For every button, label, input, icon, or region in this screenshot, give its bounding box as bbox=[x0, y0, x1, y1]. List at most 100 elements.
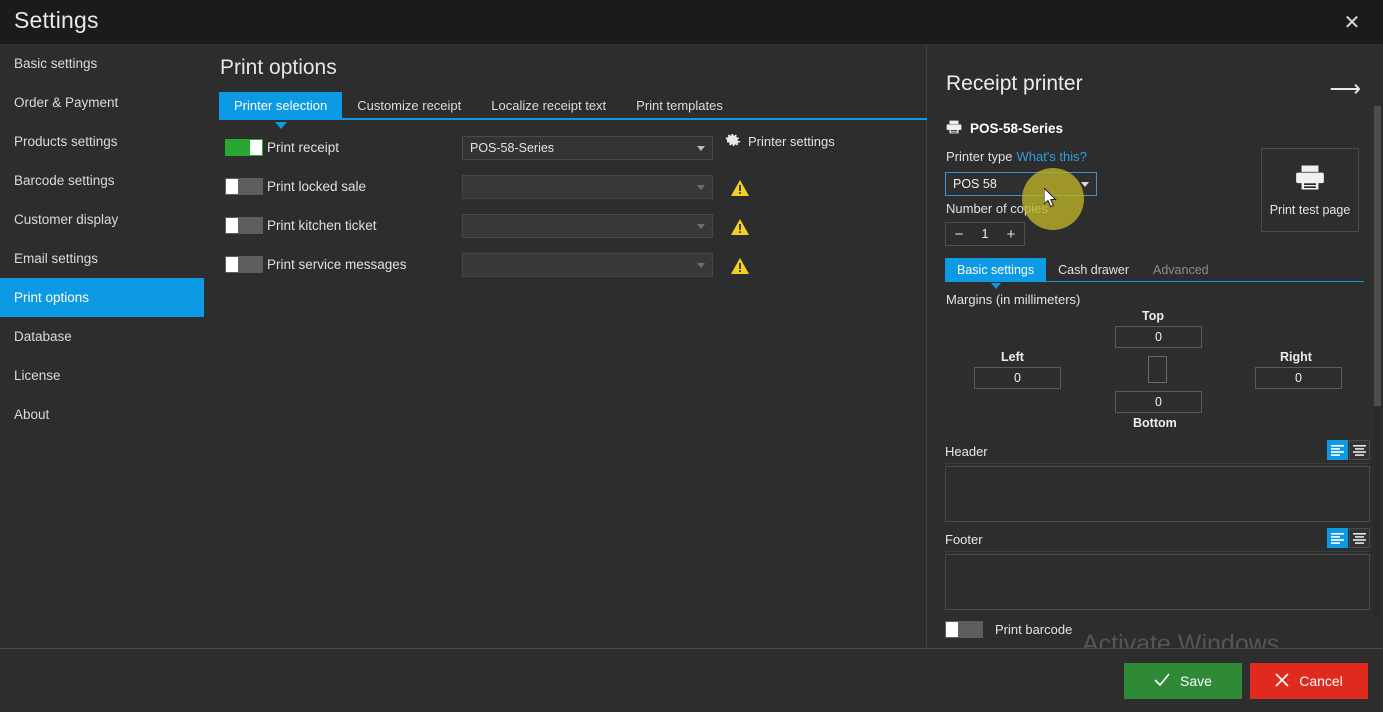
combo-print-locked-sale-printer[interactable] bbox=[462, 175, 713, 199]
chevron-down-icon bbox=[697, 185, 705, 190]
tab-print-templates[interactable]: Print templates bbox=[621, 92, 738, 120]
chevron-down-icon bbox=[697, 224, 705, 229]
toggle-print-locked-sale-wrap bbox=[225, 178, 263, 195]
sidebar-item-order-payment[interactable]: Order & Payment bbox=[0, 83, 204, 122]
footer-align-left-icon[interactable] bbox=[1327, 528, 1348, 548]
gear-icon bbox=[725, 132, 741, 151]
combo-value: POS-58-Series bbox=[470, 141, 555, 155]
footer-align-center-icon[interactable] bbox=[1349, 528, 1370, 548]
print-toggle-rows: Print receipt POS-58-Series Print locked… bbox=[219, 128, 927, 284]
margin-right-input[interactable]: 0 bbox=[1255, 367, 1342, 389]
toggle-knob bbox=[226, 257, 238, 272]
tab-customize-receipt[interactable]: Customize receipt bbox=[342, 92, 476, 120]
label-print-service-messages: Print service messages bbox=[267, 257, 407, 272]
selected-printer-name: POS-58-Series bbox=[970, 121, 1064, 136]
header-divider bbox=[945, 463, 1370, 464]
printer-icon bbox=[946, 120, 962, 137]
margin-bottom-input[interactable]: 0 bbox=[1115, 391, 1202, 413]
print-test-page-label: Print test page bbox=[1269, 202, 1351, 217]
sidebar-item-about[interactable]: About bbox=[0, 395, 204, 434]
tab-printer-selection[interactable]: Printer selection bbox=[219, 92, 343, 129]
printer-type-label: Printer type bbox=[946, 149, 1013, 164]
right-panel-scrollbar[interactable] bbox=[1374, 106, 1381, 616]
number-of-copies-stepper[interactable]: − 1 + bbox=[945, 222, 1025, 246]
footer-divider bbox=[945, 551, 1370, 552]
sidebar-item-email-settings[interactable]: Email settings bbox=[0, 239, 204, 278]
printer-settings-label: Printer settings bbox=[748, 134, 835, 149]
margin-left-label: Left bbox=[1001, 350, 1024, 364]
toggle-knob bbox=[946, 622, 958, 637]
check-icon bbox=[1154, 672, 1170, 690]
printer-settings-button[interactable]: Printer settings bbox=[725, 132, 835, 151]
whats-this-link[interactable]: What's this? bbox=[1016, 149, 1086, 164]
printer-type-dropdown[interactable]: POS 58 bbox=[945, 172, 1097, 196]
rtab-advanced[interactable]: Advanced bbox=[1141, 258, 1221, 282]
margin-top-input[interactable]: 0 bbox=[1115, 326, 1202, 348]
toggle-print-barcode[interactable] bbox=[945, 621, 983, 638]
margin-bottom-label: Bottom bbox=[1133, 416, 1177, 430]
margin-top-label: Top bbox=[1142, 309, 1164, 323]
toggle-print-receipt-wrap bbox=[225, 139, 263, 156]
center-tab-bar: Printer selection Customize receipt Loca… bbox=[219, 92, 927, 129]
row-print-kitchen-ticket: Print kitchen ticket bbox=[219, 206, 927, 245]
chevron-down-icon bbox=[697, 263, 705, 268]
sidebar-item-database[interactable]: Database bbox=[0, 317, 204, 356]
toggle-print-service-messages[interactable] bbox=[225, 256, 263, 273]
print-test-page-button[interactable]: Print test page bbox=[1261, 148, 1359, 232]
number-of-copies-label: Number of copies bbox=[946, 201, 1048, 216]
sidebar-item-customer-display[interactable]: Customer display bbox=[0, 200, 204, 239]
combo-print-service-messages-printer[interactable] bbox=[462, 253, 713, 277]
warning-icon bbox=[729, 216, 751, 238]
header-textarea[interactable] bbox=[945, 466, 1370, 522]
window-title: Settings bbox=[14, 7, 99, 33]
toggle-print-kitchen-ticket-wrap bbox=[225, 217, 263, 234]
tab-localize-receipt-text[interactable]: Localize receipt text bbox=[476, 92, 621, 120]
footer-textarea[interactable] bbox=[945, 554, 1370, 610]
page-preview-icon bbox=[1148, 356, 1167, 383]
toggle-knob bbox=[226, 218, 238, 233]
label-print-locked-sale: Print locked sale bbox=[267, 179, 367, 194]
combo-print-receipt-printer[interactable]: POS-58-Series bbox=[462, 136, 713, 160]
printer-icon bbox=[1295, 164, 1325, 196]
toggle-knob bbox=[226, 179, 238, 194]
sidebar-item-print-options[interactable]: Print options bbox=[0, 278, 216, 317]
receipt-printer-title: Receipt printer bbox=[946, 72, 1083, 95]
toggle-print-kitchen-ticket[interactable] bbox=[225, 217, 263, 234]
cancel-button[interactable]: Cancel bbox=[1250, 663, 1368, 699]
sidebar-item-products-settings[interactable]: Products settings bbox=[0, 122, 204, 161]
margins-label: Margins (in millimeters) bbox=[946, 292, 1081, 307]
arrow-right-icon[interactable]: ⟶ bbox=[1329, 78, 1361, 100]
close-icon[interactable]: ✕ bbox=[1331, 5, 1373, 39]
header-align-center-icon[interactable] bbox=[1349, 440, 1370, 460]
scrollbar-thumb[interactable] bbox=[1374, 106, 1381, 406]
label-print-barcode: Print barcode bbox=[995, 622, 1073, 637]
header-align-left-icon[interactable] bbox=[1327, 440, 1348, 460]
label-print-receipt: Print receipt bbox=[267, 140, 340, 155]
increment-button[interactable]: + bbox=[998, 226, 1024, 243]
sidebar-item-barcode-settings[interactable]: Barcode settings bbox=[0, 161, 204, 200]
selected-printer: POS-58-Series bbox=[946, 120, 1063, 137]
rtab-cash-drawer[interactable]: Cash drawer bbox=[1046, 258, 1141, 282]
close-icon bbox=[1275, 672, 1289, 690]
combo-print-kitchen-ticket-printer[interactable] bbox=[462, 214, 713, 238]
sidebar-item-license[interactable]: License bbox=[0, 356, 204, 395]
copies-value[interactable]: 1 bbox=[972, 227, 998, 241]
margin-right-label: Right bbox=[1280, 350, 1312, 364]
cancel-label: Cancel bbox=[1299, 673, 1343, 689]
chevron-down-icon bbox=[1081, 182, 1089, 187]
warning-icon bbox=[729, 177, 751, 199]
save-button[interactable]: Save bbox=[1124, 663, 1242, 699]
save-label: Save bbox=[1180, 673, 1212, 689]
chevron-down-icon bbox=[697, 146, 705, 151]
sidebar-item-basic-settings[interactable]: Basic settings bbox=[0, 44, 204, 83]
decrement-button[interactable]: − bbox=[946, 226, 972, 243]
margin-left-input[interactable]: 0 bbox=[974, 367, 1061, 389]
toggle-print-locked-sale[interactable] bbox=[225, 178, 263, 195]
printer-type-value: POS 58 bbox=[953, 177, 997, 191]
rtab-basic-settings[interactable]: Basic settings bbox=[945, 258, 1047, 289]
row-print-locked-sale: Print locked sale bbox=[219, 167, 927, 206]
label-print-kitchen-ticket: Print kitchen ticket bbox=[267, 218, 377, 233]
header-label: Header bbox=[945, 444, 988, 459]
footer-label: Footer bbox=[945, 532, 983, 547]
toggle-print-receipt[interactable] bbox=[225, 139, 263, 156]
